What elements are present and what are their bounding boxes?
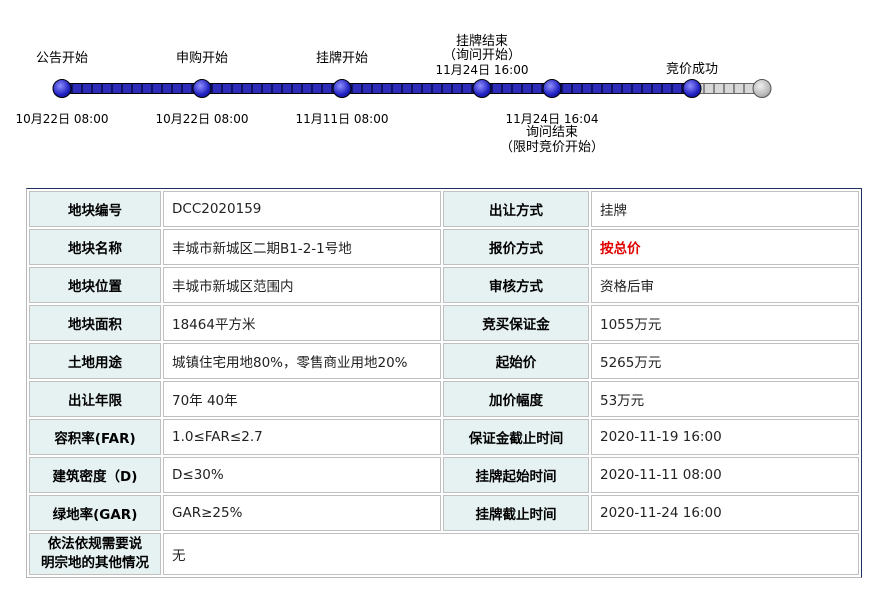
field-value: 1055万元 xyxy=(591,305,859,341)
field-value: 城镇住宅用地80%，零售商业用地20% xyxy=(163,343,441,379)
field-label: 挂牌截止时间 xyxy=(443,495,589,531)
field-label: 绿地率(GAR) xyxy=(29,495,161,531)
field-label: 土地用途 xyxy=(29,343,161,379)
step-label-listing-start: 挂牌开始 xyxy=(315,51,369,66)
field-value: 53万元 xyxy=(591,381,859,417)
field-value: DCC2020159 xyxy=(163,191,441,227)
table-row: 出让年限 70年 40年 加价幅度 53万元 xyxy=(29,381,859,417)
progress-track-completed xyxy=(62,83,694,94)
step-node-pending xyxy=(752,79,772,98)
step-date: 10月22日 08:00 xyxy=(15,112,109,126)
field-value: GAR≥25% xyxy=(163,495,441,531)
field-label: 报价方式 xyxy=(443,229,589,265)
step-node-done xyxy=(332,79,352,98)
table-row: 建筑密度（D) D≤30% 挂牌起始时间 2020-11-11 08:00 xyxy=(29,457,859,493)
field-value: 资格后审 xyxy=(591,267,859,303)
table-row: 土地用途 城镇住宅用地80%，零售商业用地20% 起始价 5265万元 xyxy=(29,343,859,379)
quote-method-value: 按总价 xyxy=(591,229,859,265)
field-label: 出让年限 xyxy=(29,381,161,417)
field-value: 70年 40年 xyxy=(163,381,441,417)
table-row: 地块名称 丰城市新城区二期B1-2-1号地 报价方式 按总价 xyxy=(29,229,859,265)
field-label: 起始价 xyxy=(443,343,589,379)
land-info-table: 地块编号 DCC2020159 出让方式 挂牌 地块名称 丰城市新城区二期B1-… xyxy=(26,188,862,578)
field-value: D≤30% xyxy=(163,457,441,493)
field-value: 2020-11-11 08:00 xyxy=(591,457,859,493)
table-row: 绿地率(GAR) GAR≥25% 挂牌截止时间 2020-11-24 16:00 xyxy=(29,495,859,531)
field-label-line: 明宗地的其他情况 xyxy=(41,555,149,571)
step-node-done xyxy=(542,79,562,98)
field-value: 2020-11-19 16:00 xyxy=(591,419,859,455)
step-date: 10月22日 08:00 xyxy=(155,112,249,126)
step-label-bid-success: 竞价成功 xyxy=(665,62,719,77)
field-label: 挂牌起始时间 xyxy=(443,457,589,493)
field-label: 容积率(FAR) xyxy=(29,419,161,455)
step-sublabel-timed-bidding-start: （限时竞价开始） xyxy=(499,140,605,155)
table-row: 地块面积 18464平方米 竞买保证金 1055万元 xyxy=(29,305,859,341)
field-value: 丰城市新城区二期B1-2-1号地 xyxy=(163,229,441,265)
table-row: 地块位置 丰城市新城区范围内 审核方式 资格后审 xyxy=(29,267,859,303)
step-sublabel-inquiry-start: （询问开始） xyxy=(442,48,522,63)
field-label-other-info: 依法依规需要说 明宗地的其他情况 xyxy=(29,533,161,575)
field-label: 保证金截止时间 xyxy=(443,419,589,455)
table-row: 容积率(FAR) 1.0≤FAR≤2.7 保证金截止时间 2020-11-19 … xyxy=(29,419,859,455)
field-value: 挂牌 xyxy=(591,191,859,227)
field-label: 地块面积 xyxy=(29,305,161,341)
field-label: 建筑密度（D) xyxy=(29,457,161,493)
field-value: 无 xyxy=(163,533,859,575)
step-label-subscription-start: 申购开始 xyxy=(175,51,229,66)
field-value: 2020-11-24 16:00 xyxy=(591,495,859,531)
step-label-announcement-start: 公告开始 xyxy=(35,51,89,66)
step-node-done xyxy=(192,79,212,98)
field-value: 丰城市新城区范围内 xyxy=(163,267,441,303)
field-label: 地块编号 xyxy=(29,191,161,227)
table-row: 依法依规需要说 明宗地的其他情况 无 xyxy=(29,533,859,575)
progress-timeline: 公告开始 10月22日 08:00 申购开始 10月22日 08:00 挂牌开始… xyxy=(0,0,879,170)
step-label-listing-end: 挂牌结束 xyxy=(455,34,509,49)
step-node-done xyxy=(682,79,702,98)
field-value: 1.0≤FAR≤2.7 xyxy=(163,419,441,455)
field-value: 18464平方米 xyxy=(163,305,441,341)
field-label: 审核方式 xyxy=(443,267,589,303)
step-node-done xyxy=(472,79,492,98)
step-label-inquiry-end: 询问结束 xyxy=(525,125,579,140)
field-label: 加价幅度 xyxy=(443,381,589,417)
field-label: 竞买保证金 xyxy=(443,305,589,341)
field-label-line: 依法依规需要说 xyxy=(47,536,143,552)
step-date: 11月24日 16:00 xyxy=(435,63,529,77)
field-label: 地块名称 xyxy=(29,229,161,265)
field-value: 5265万元 xyxy=(591,343,859,379)
field-label: 出让方式 xyxy=(443,191,589,227)
table-row: 地块编号 DCC2020159 出让方式 挂牌 xyxy=(29,191,859,227)
step-node-done xyxy=(52,79,72,98)
step-date: 11月11日 08:00 xyxy=(295,112,389,126)
field-label: 地块位置 xyxy=(29,267,161,303)
